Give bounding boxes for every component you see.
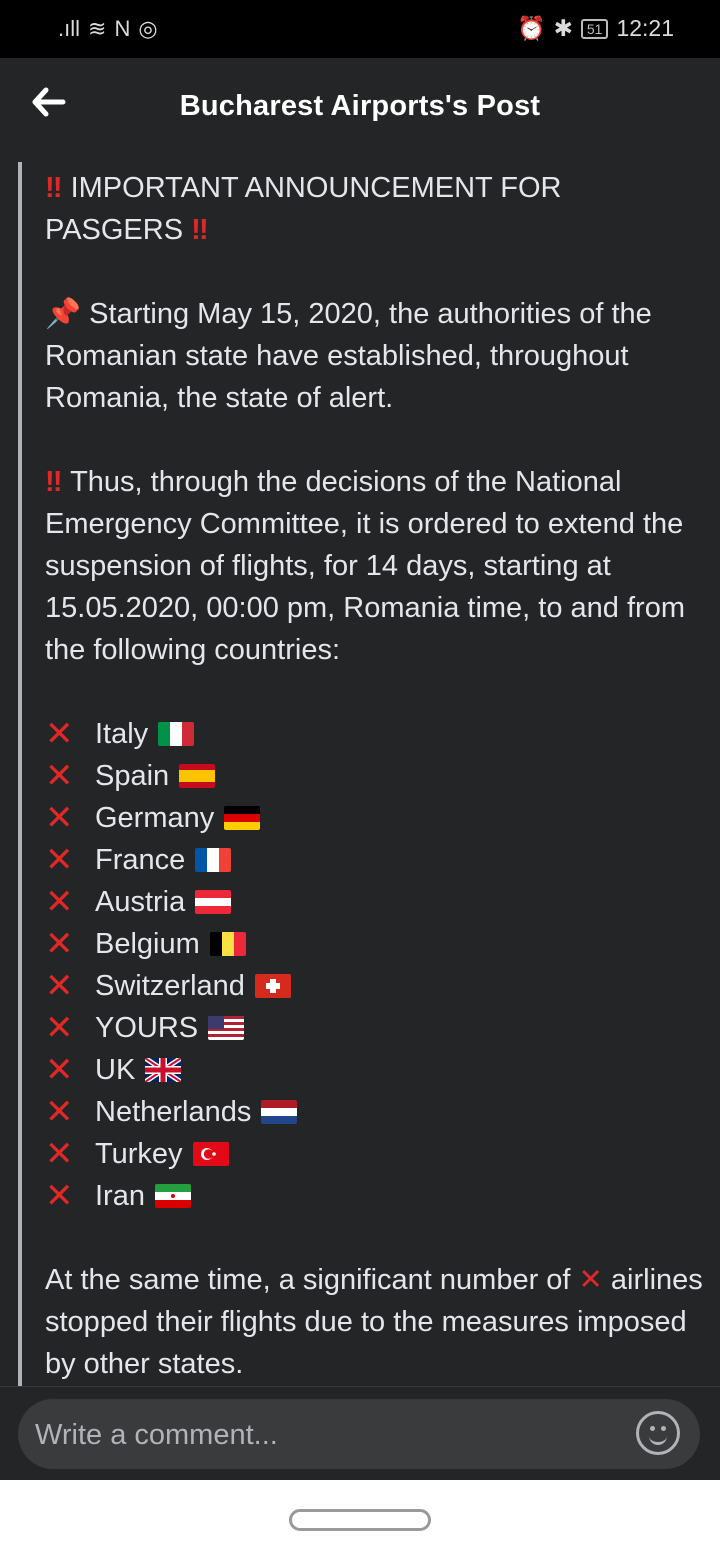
double-exclamation-icon: ‼	[191, 214, 209, 246]
cross-mark-icon: ✕	[45, 925, 74, 963]
sync-icon: ◎	[138, 16, 158, 41]
country-name: UK	[95, 1054, 136, 1086]
country-name: Belgium	[95, 928, 200, 960]
flag-germany-icon	[224, 806, 261, 830]
cross-mark-icon: ✕	[45, 1093, 74, 1131]
headline-text: IMPORTANT ANNOUNCEMENT FOR PASGERS	[45, 172, 562, 246]
list-item: ✕ Spain	[45, 755, 705, 797]
alarm-icon: ⏰	[516, 15, 546, 41]
country-name: Austria	[95, 886, 186, 918]
paragraph-3-start: At the same time, a significant number o…	[45, 1264, 571, 1296]
paragraph-1: 📌 Starting May 15, 2020, the authorities…	[45, 293, 705, 419]
cross-mark-icon: ✕	[45, 1051, 74, 1089]
cross-mark-icon: ✕	[45, 757, 74, 795]
cross-mark-icon: ✕	[45, 967, 74, 1005]
comment-box[interactable]	[18, 1399, 700, 1469]
flag-uk-icon	[145, 1058, 182, 1082]
double-exclamation-icon: ‼	[45, 466, 63, 498]
cross-mark-icon: ✕	[45, 1009, 74, 1047]
flag-italy-icon	[158, 722, 195, 746]
flag-spain-icon	[179, 764, 216, 788]
country-name: Spain	[95, 760, 170, 792]
wifi-icon: ≋	[88, 16, 107, 41]
country-name: Germany	[95, 802, 215, 834]
list-item: ✕ Iran	[45, 1175, 705, 1217]
list-item: ✕ UK	[45, 1049, 705, 1091]
status-bar: .ıll ≋ N ◎ ⏰ ✱ 51 12:21	[0, 0, 720, 58]
country-list: ✕ Italy ✕ Spain ✕ Germany ✕ France ✕ Austria ✕ Belg…	[45, 713, 705, 1217]
paragraph-2-text: Thus, through the decisions of the Natio…	[45, 466, 685, 666]
comment-bar	[0, 1386, 720, 1481]
bluetooth-icon: ✱	[553, 15, 573, 41]
flag-switzerland-icon	[254, 974, 291, 998]
country-name: Italy	[95, 718, 149, 750]
comment-input[interactable]	[33, 1411, 627, 1459]
cross-mark-icon: ✕	[45, 799, 74, 837]
post-content[interactable]: ‼ IMPORTANT ANNOUNCEMENT FOR PASGERS ‼ 📌…	[0, 162, 720, 1386]
list-item: ✕ Switzerland	[45, 965, 705, 1007]
country-name: Netherlands	[95, 1096, 252, 1128]
paragraph-3: At the same time, a significant number o…	[45, 1259, 705, 1385]
list-item: ✕ YOURS	[45, 1007, 705, 1049]
cross-mark-icon: ✕	[45, 1177, 74, 1215]
flag-iran-icon	[154, 1184, 191, 1208]
cross-mark-icon: ✕	[45, 841, 74, 879]
nfc-icon: N	[114, 16, 131, 41]
country-name: YOURS	[95, 1012, 199, 1044]
list-item: ✕ France	[45, 839, 705, 881]
list-item: ✕ Austria	[45, 881, 705, 923]
list-item: ✕ Belgium	[45, 923, 705, 965]
flag-usa-icon	[208, 1016, 245, 1040]
battery-icon: 51	[580, 18, 609, 39]
flag-france-icon	[195, 848, 232, 872]
flag-netherlands-icon	[261, 1100, 298, 1124]
system-nav-bar	[0, 1480, 720, 1561]
cross-mark-icon: ✕	[45, 883, 74, 921]
paragraph-2: ‼ Thus, through the decisions of the Nat…	[45, 461, 705, 671]
flag-turkey-icon	[192, 1142, 229, 1166]
paragraph-1-text: Starting May 15, 2020, the authorities o…	[45, 298, 652, 414]
country-name: France	[95, 844, 186, 876]
clock: 12:21	[616, 15, 674, 41]
headline: ‼ IMPORTANT ANNOUNCEMENT FOR PASGERS ‼	[45, 167, 705, 251]
list-item: ✕ Netherlands	[45, 1091, 705, 1133]
pushpin-icon: 📌	[45, 298, 82, 330]
page-title: Bucharest Airports's Post	[179, 90, 541, 122]
list-item: ✕ Germany	[45, 797, 705, 839]
signal-icon: .ıll	[58, 16, 80, 41]
country-name: Iran	[95, 1180, 145, 1212]
list-item: ✕ Italy	[45, 713, 705, 755]
emoji-icon[interactable]	[636, 1411, 680, 1455]
quote-bar	[18, 162, 22, 1386]
country-name: Switzerland	[95, 970, 245, 1002]
header: Bucharest Airports's Post	[0, 58, 720, 162]
cross-mark-icon: ✕	[45, 1135, 74, 1173]
cross-mark-icon: ✕	[45, 715, 74, 753]
country-name: Turkey	[95, 1138, 183, 1170]
cross-mark-icon: ✕	[578, 1264, 603, 1296]
flag-austria-icon	[195, 890, 232, 914]
list-item: ✕ Turkey	[45, 1133, 705, 1175]
flag-belgium-icon	[209, 932, 246, 956]
home-gesture-pill[interactable]	[289, 1509, 431, 1531]
double-exclamation-icon: ‼	[45, 172, 63, 204]
post-body: ‼ IMPORTANT ANNOUNCEMENT FOR PASGERS ‼ 📌…	[45, 167, 705, 1386]
